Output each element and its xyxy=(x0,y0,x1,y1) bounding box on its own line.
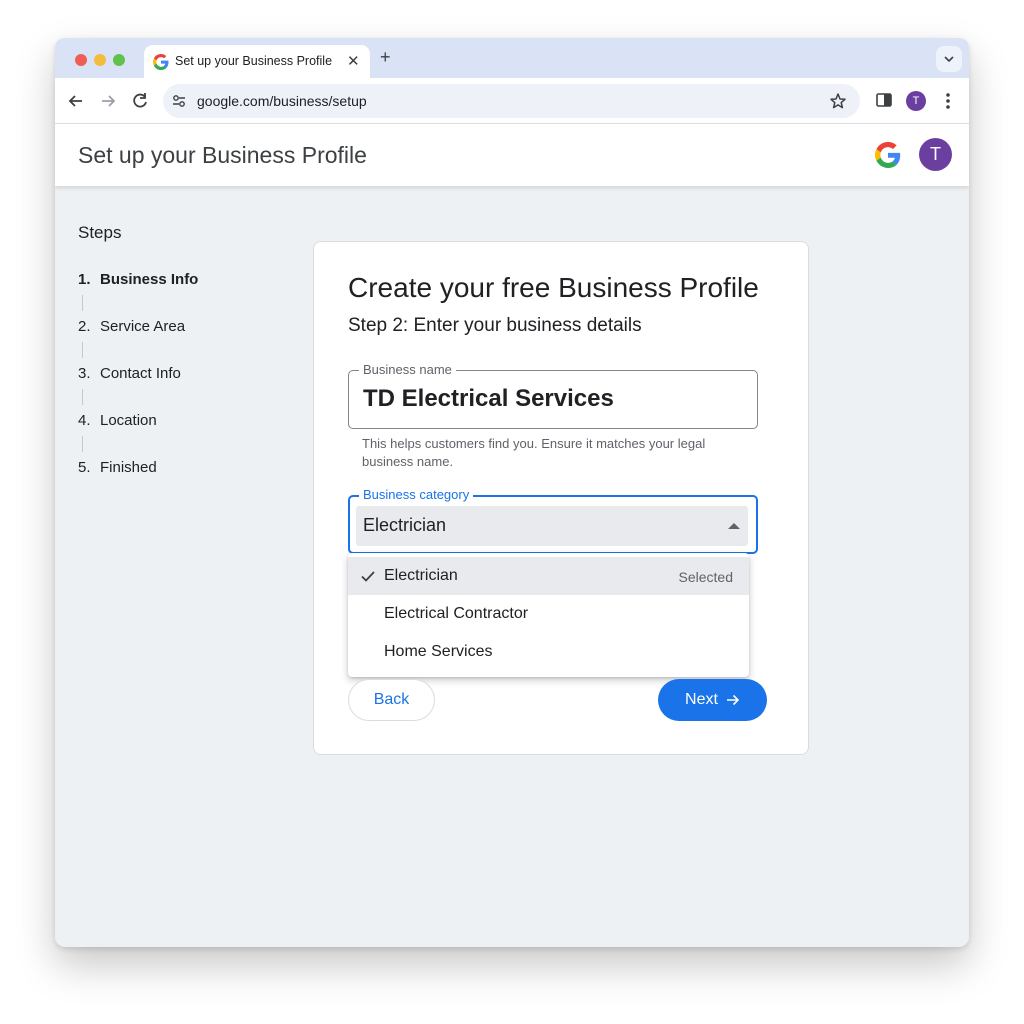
option-electrician[interactable]: Electrician Selected xyxy=(348,557,749,595)
browser-toolbar: google.com/business/setup T xyxy=(55,78,969,124)
browser-tab[interactable]: Set up your Business Profile ✕ xyxy=(144,45,370,79)
business-name-helper: This helps customers find you. Ensure it… xyxy=(362,436,706,469)
back-arrow-icon[interactable] xyxy=(65,90,87,112)
next-button-label: Next xyxy=(685,691,718,708)
url-text: google.com/business/setup xyxy=(197,93,367,109)
reload-icon[interactable] xyxy=(129,90,151,112)
step-label: Service Area xyxy=(100,318,186,335)
step-label: Location xyxy=(100,412,157,429)
business-name-value: TD Electrical Services xyxy=(363,385,614,412)
side-panel-icon[interactable] xyxy=(875,91,893,109)
close-window-button[interactable] xyxy=(75,54,87,66)
business-category-field[interactable]: Business category Electrician xyxy=(348,487,758,554)
tab-search-button[interactable] xyxy=(936,46,962,72)
forward-arrow-icon[interactable] xyxy=(97,90,119,112)
step-number: 4. xyxy=(78,412,91,429)
app-header: Set up your Business Profile T xyxy=(55,124,969,186)
step-location[interactable]: 4. Location xyxy=(78,412,157,429)
option-label: Electrical Contractor xyxy=(384,605,529,622)
checkmark-icon xyxy=(361,571,375,582)
chevron-down-icon xyxy=(944,56,954,63)
next-button[interactable]: Next xyxy=(658,679,767,721)
category-dropdown: Electrician Selected Electrical Contract… xyxy=(348,553,749,677)
google-logo-icon[interactable] xyxy=(875,142,901,168)
card-title: Create your free Business Profile xyxy=(348,272,759,303)
steps-heading: Steps xyxy=(78,223,122,242)
caret-up-icon xyxy=(728,523,740,529)
step-connector xyxy=(82,389,83,405)
close-tab-icon[interactable]: ✕ xyxy=(347,52,360,70)
step-number: 2. xyxy=(78,318,91,335)
page-title: Set up your Business Profile xyxy=(78,142,367,168)
step-finished[interactable]: 5. Finished xyxy=(78,459,157,476)
address-bar[interactable]: google.com/business/setup xyxy=(163,84,860,118)
google-favicon-icon xyxy=(153,54,169,70)
browser-window: Set up your Business Profile ✕ + google.… xyxy=(55,38,969,947)
step-label: Finished xyxy=(100,459,157,476)
step-label: Business Info xyxy=(100,271,199,288)
tab-title: Set up your Business Profile xyxy=(175,54,333,68)
business-category-value: Electrician xyxy=(363,515,447,535)
step-contact-info[interactable]: 3. Contact Info xyxy=(78,365,181,382)
maximize-window-button[interactable] xyxy=(113,54,125,66)
selected-tag: Selected xyxy=(678,569,733,585)
business-profile-card: Create your free Business Profile Step 2… xyxy=(313,241,809,755)
step-service-area[interactable]: 2. Service Area xyxy=(78,318,185,335)
option-label: Electrician xyxy=(384,567,458,584)
step-number: 5. xyxy=(78,459,91,476)
step-number: 1. xyxy=(78,271,91,288)
site-settings-icon[interactable] xyxy=(171,93,187,109)
step-connector xyxy=(82,295,83,311)
step-number: 3. xyxy=(78,365,91,382)
option-home-services[interactable]: Home Services xyxy=(348,633,749,671)
minimize-window-button[interactable] xyxy=(94,54,106,66)
step-connector xyxy=(82,342,83,358)
step-connector xyxy=(82,436,83,452)
business-name-field[interactable]: Business name TD Electrical Services xyxy=(348,362,758,429)
tab-strip: Set up your Business Profile ✕ + xyxy=(55,38,969,79)
business-name-label: Business name xyxy=(359,362,456,377)
business-category-select[interactable]: Electrician xyxy=(356,506,748,546)
bookmark-star-icon[interactable] xyxy=(829,92,847,110)
account-avatar[interactable]: T xyxy=(919,138,952,171)
browser-profile-avatar[interactable]: T xyxy=(906,91,926,111)
back-button[interactable]: Back xyxy=(348,679,435,721)
option-label: Home Services xyxy=(384,643,493,660)
step-business-info[interactable]: 1. Business Info xyxy=(78,271,198,288)
step-label: Contact Info xyxy=(100,365,181,382)
arrow-right-icon xyxy=(726,694,740,706)
new-tab-icon[interactable]: + xyxy=(380,47,391,68)
back-button-label: Back xyxy=(373,691,410,708)
card-subtitle: Step 2: Enter your business details xyxy=(348,315,642,336)
business-category-label: Business category xyxy=(359,487,474,502)
more-options-icon[interactable] xyxy=(943,90,953,112)
option-electrical-contractor[interactable]: Electrical Contractor xyxy=(348,595,749,633)
